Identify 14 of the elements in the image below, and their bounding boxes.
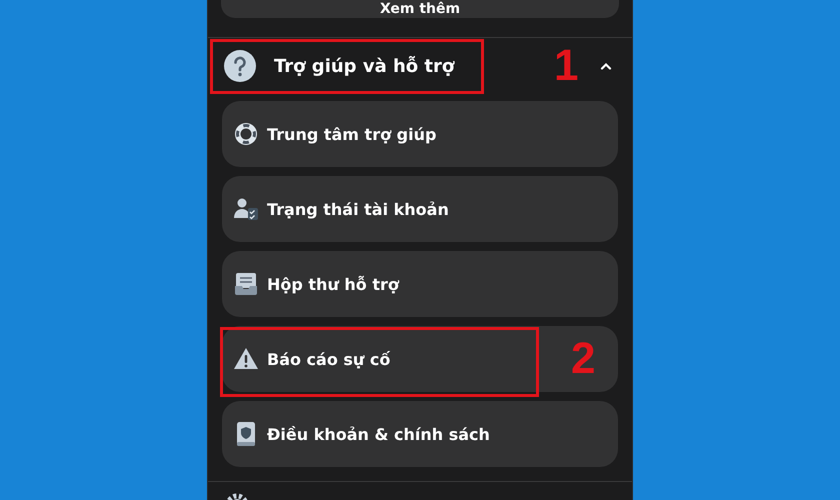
lifebuoy-icon [233, 121, 259, 147]
help-icon [224, 50, 256, 82]
step-number: 1 [554, 44, 578, 88]
section-header[interactable]: Trợ giúp và hỗ trợ 1 [208, 38, 632, 94]
menu-item[interactable]: Trung tâm trợ giúp [222, 101, 618, 167]
menu-item[interactable]: Trạng thái tài khoản [222, 176, 618, 242]
inbox-icon [233, 271, 259, 297]
menu-item[interactable]: Điều khoản & chính sách [222, 401, 618, 467]
step-number: 2 [571, 337, 596, 381]
user-check-icon [233, 196, 259, 222]
menu-item[interactable]: Hộp thư hỗ trợ [222, 251, 618, 317]
see-more-button[interactable]: Xem thêm [221, 0, 619, 18]
warning-icon [233, 346, 259, 372]
section-title: Trợ giúp và hỗ trợ [274, 56, 454, 76]
